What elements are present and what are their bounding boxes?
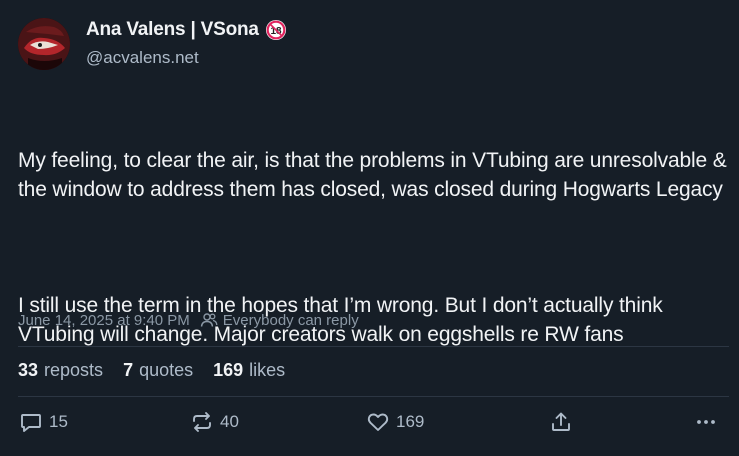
like-button[interactable]: 169 — [366, 410, 424, 434]
share-icon — [552, 412, 570, 431]
author-handle[interactable]: @acvalens.net — [86, 48, 199, 68]
likes-count: 169 — [213, 360, 244, 380]
likes-stat[interactable]: 169 likes — [213, 360, 285, 381]
more-options-button[interactable] — [694, 410, 718, 434]
more-icon — [697, 420, 715, 424]
author-name-row: Ana Valens | VSona 18 — [86, 19, 287, 41]
like-count: 169 — [396, 412, 425, 431]
divider — [18, 396, 729, 397]
post-paragraph: My feeling, to clear the air, is that th… — [18, 149, 733, 201]
reposts-count: 33 — [18, 360, 39, 380]
quotes-count: 7 — [123, 360, 134, 380]
post-timestamp[interactable]: June 14, 2025 at 9:40 PM — [18, 312, 190, 329]
people-icon — [200, 313, 218, 327]
likes-label: likes — [249, 360, 286, 380]
reposts-stat[interactable]: 33 reposts — [18, 360, 103, 381]
reply-icon — [21, 414, 41, 432]
heart-icon — [367, 413, 389, 431]
post-card: Ana Valens | VSona 18 @acvalens.net My f… — [0, 0, 739, 456]
share-button[interactable] — [549, 410, 573, 434]
reply-setting[interactable]: Everybody can reply — [223, 312, 359, 329]
divider — [18, 346, 729, 347]
repost-icon — [193, 412, 211, 432]
action-bar: 15 40 169 — [0, 410, 739, 444]
repost-button[interactable]: 40 — [190, 410, 239, 434]
reposts-label: reposts — [44, 360, 104, 380]
quotes-stat[interactable]: 7 quotes — [123, 360, 193, 381]
reply-count: 15 — [49, 412, 68, 431]
engagement-stats: 33 reposts 7 quotes 169 likes — [18, 360, 285, 381]
post-meta: June 14, 2025 at 9:40 PM Everybody can r… — [18, 311, 359, 329]
age-18-badge-icon: 18 — [265, 20, 286, 40]
repost-count: 40 — [220, 412, 239, 431]
author-display-name[interactable]: Ana Valens | VSona — [86, 19, 259, 41]
avatar[interactable] — [18, 18, 70, 70]
reply-button[interactable]: 15 — [19, 410, 68, 434]
quotes-label: quotes — [139, 360, 194, 380]
